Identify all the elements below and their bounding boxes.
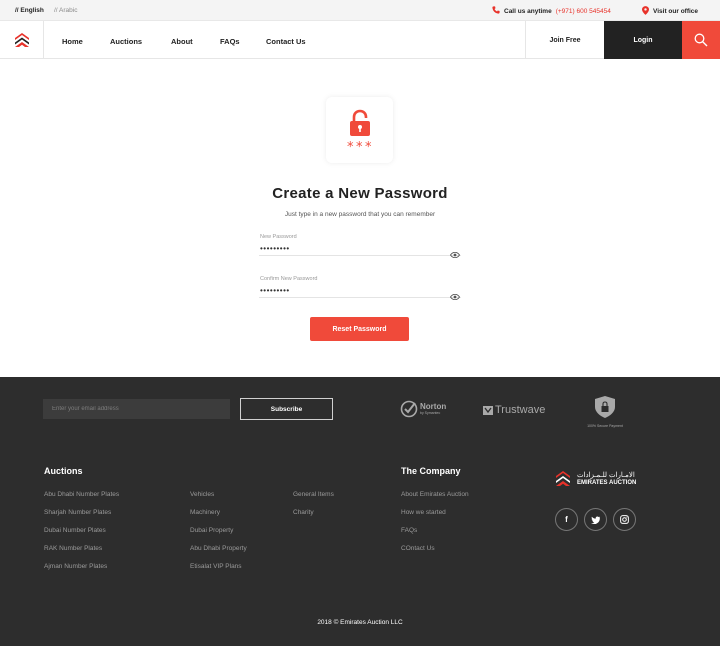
footer-link[interactable]: RAK Number Plates (44, 545, 119, 563)
norton-sub: by Symantec (420, 410, 441, 415)
search-icon (694, 33, 708, 47)
nav-item-contact[interactable]: Contact Us (266, 37, 306, 46)
footer-link[interactable]: Sharjah Number Plates (44, 509, 119, 527)
norton-name: Norton (420, 401, 447, 411)
brand-english-name: EMIRATES AUCTION (577, 479, 637, 486)
nav-item-about[interactable]: About (171, 37, 193, 46)
footer-link[interactable]: FAQs (401, 527, 469, 545)
footer-link[interactable]: Abu Dhabi Property (190, 545, 247, 563)
nav-item-auctions[interactable]: Auctions (110, 37, 142, 46)
subscribe-button[interactable]: Subscribe (240, 398, 333, 420)
footer-link[interactable]: Dubai Number Plates (44, 527, 119, 545)
footer-links-plates: Abu Dhabi Number Plates Sharjah Number P… (44, 491, 119, 581)
nav-item-home[interactable]: Home (62, 37, 83, 46)
logo[interactable] (0, 21, 44, 59)
footer: Subscribe Norton by Symantec Trustwave 1… (0, 377, 720, 646)
footer-link[interactable]: About Emirates Auction (401, 491, 469, 509)
footer-link[interactable]: Machinery (190, 509, 247, 527)
eye-icon[interactable] (449, 245, 461, 263)
auctions-heading: Auctions (44, 466, 83, 476)
page-subtitle: Just type in a new password that you can… (284, 211, 436, 218)
footer-link[interactable]: Dubai Property (190, 527, 247, 545)
norton-check-icon (400, 400, 418, 418)
footer-links-categories: Vehicles Machinery Dubai Property Abu Dh… (190, 491, 247, 581)
norton-badge: Norton by Symantec (400, 400, 446, 418)
join-free-button[interactable]: Join Free (525, 21, 604, 59)
new-password-field[interactable]: New Password ••••••••• (259, 234, 461, 259)
confirm-password-label: Confirm New Password (260, 276, 318, 282)
search-button[interactable] (682, 21, 720, 59)
page-title: Create a New Password (272, 185, 448, 202)
twitter-icon[interactable] (584, 508, 607, 531)
company-heading: The Company (401, 466, 461, 476)
trustwave-badge: Trustwave (483, 404, 545, 416)
unlock-icon: * * * (347, 109, 372, 152)
unlock-illustration: * * * (326, 97, 393, 163)
top-bar: // English // Arabic Call us anytime (+9… (0, 0, 720, 21)
call-us[interactable]: Call us anytime (+971) 600 545454 (492, 6, 611, 16)
shield-lock-icon (595, 396, 615, 418)
footer-link[interactable]: Charity (293, 509, 334, 527)
call-label: Call us anytime (504, 7, 552, 15)
instagram-icon[interactable] (613, 508, 636, 531)
confirm-password-value[interactable]: ••••••••• (260, 286, 290, 295)
language-arabic-link[interactable]: // Arabic (54, 7, 77, 14)
facebook-icon[interactable]: f (555, 508, 578, 531)
main-nav: Home Auctions About FAQs Contact Us Join… (0, 21, 720, 59)
visit-label: Visit our office (653, 8, 699, 15)
nav-item-faqs[interactable]: FAQs (220, 37, 240, 46)
phone-icon (492, 6, 500, 16)
trustwave-name: Trustwave (495, 404, 546, 416)
svg-text:*: * (356, 140, 363, 152)
eye-icon[interactable] (449, 287, 461, 305)
secure-payment-badge: 100% Secure Payment (582, 396, 628, 428)
footer-link[interactable]: COntact Us (401, 545, 469, 563)
map-pin-icon (642, 6, 649, 17)
footer-link[interactable]: How we started (401, 509, 469, 527)
email-input[interactable] (43, 399, 230, 419)
language-english-link[interactable]: // English (15, 7, 44, 14)
secure-payment-label: 100% Secure Payment (587, 424, 623, 428)
new-password-value[interactable]: ••••••••• (260, 244, 290, 253)
brand-arabic-name: الامـارات للـمـزادات (577, 471, 635, 479)
footer-logo: الامـارات للـمـزادات EMIRATES AUCTION (555, 470, 636, 488)
footer-links-company: About Emirates Auction How we started FA… (401, 491, 469, 563)
footer-links-other: General Items Charity (293, 491, 334, 527)
footer-link[interactable]: Abu Dhabi Number Plates (44, 491, 119, 509)
call-number[interactable]: (+971) 600 545454 (556, 8, 611, 15)
trustwave-logo-icon (483, 405, 493, 415)
footer-link[interactable]: Vehicles (190, 491, 247, 509)
svg-text:*: * (347, 140, 354, 152)
footer-link[interactable]: General Items (293, 491, 334, 509)
footer-link[interactable]: Etisalat VIP Plans (190, 563, 247, 581)
new-password-label: New Password (260, 234, 297, 240)
svg-text:*: * (365, 140, 372, 152)
visit-office-link[interactable]: Visit our office (642, 6, 698, 17)
confirm-password-field[interactable]: Confirm New Password ••••••••• (259, 276, 461, 301)
copyright: 2018 © Emirates Auction LLC (317, 619, 403, 626)
chevron-logo-icon (556, 471, 570, 486)
footer-link[interactable]: Ajman Number Plates (44, 563, 119, 581)
reset-password-button[interactable]: Reset Password (310, 317, 409, 341)
chevron-logo-icon (14, 33, 29, 47)
login-button[interactable]: Login (604, 21, 682, 59)
